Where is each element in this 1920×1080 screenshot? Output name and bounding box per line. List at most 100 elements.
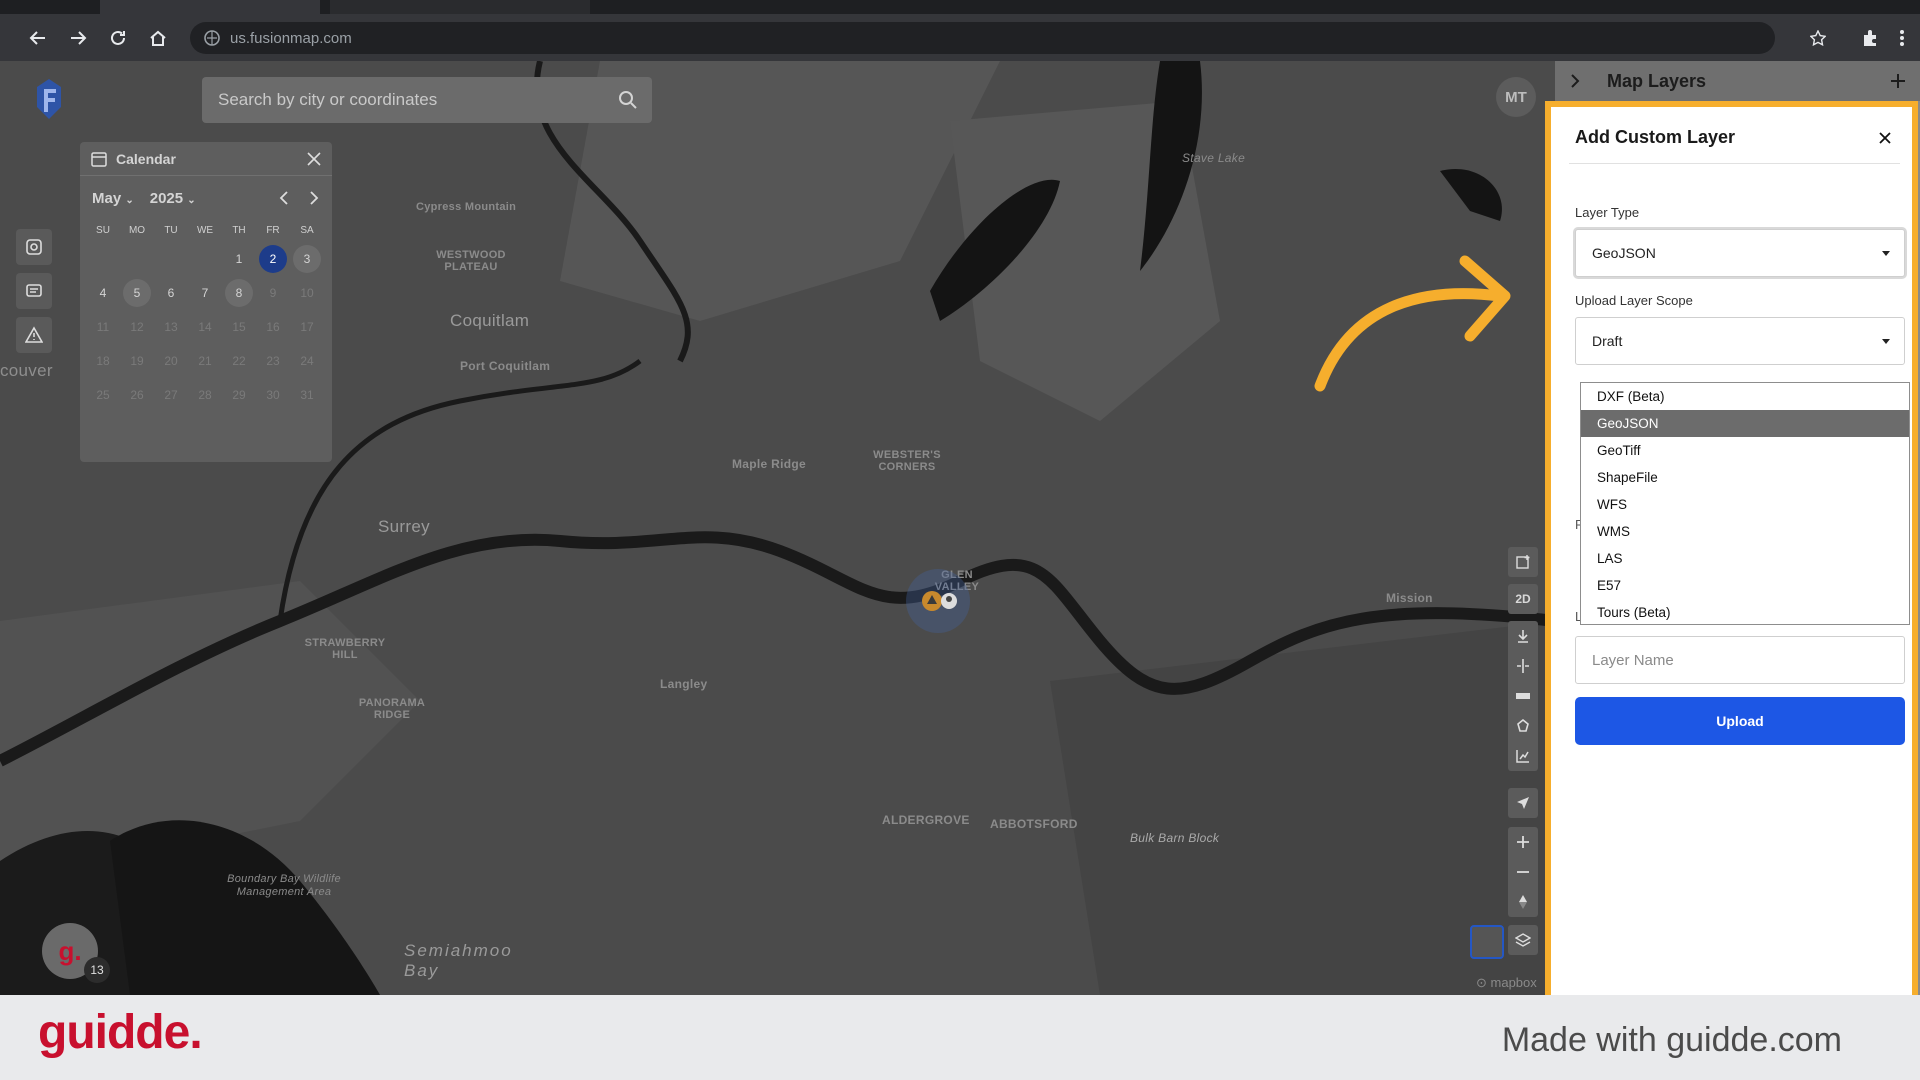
map-label: STRAWBERRY HILL [304, 637, 386, 661]
user-avatar[interactable]: MT [1496, 77, 1536, 117]
reload-button[interactable] [102, 22, 134, 54]
calendar-day[interactable]: 14 [188, 310, 222, 344]
dropdown-option-selected[interactable]: GeoJSON [1581, 410, 1909, 437]
dropdown-option[interactable]: ShapeFile [1581, 464, 1909, 491]
dropdown-option[interactable]: E57 [1581, 572, 1909, 599]
dialog-close-button[interactable] [1874, 127, 1896, 149]
dropdown-option[interactable]: DXF (Beta) [1581, 383, 1909, 410]
browser-tab[interactable] [330, 0, 590, 14]
calendar-day[interactable]: 31 [290, 378, 324, 412]
locate-control[interactable] [1508, 788, 1538, 818]
year-select[interactable]: 2025 ⌄ [150, 190, 196, 207]
calendar-day[interactable]: 10 [290, 276, 324, 310]
tools-control [1508, 621, 1538, 771]
weekday-header: SU [96, 225, 110, 236]
draw-button[interactable] [1508, 711, 1538, 741]
app-logo[interactable] [34, 77, 64, 121]
calendar-day[interactable]: 29 [222, 378, 256, 412]
basemap-thumbnail[interactable] [1470, 925, 1504, 959]
calendar-day[interactable]: 5 [120, 276, 154, 310]
extensions-button[interactable] [1854, 22, 1886, 54]
calendar-day[interactable]: 16 [256, 310, 290, 344]
map-marker-cluster[interactable] [906, 569, 970, 633]
back-button[interactable] [22, 22, 54, 54]
alerts-tool-button[interactable] [16, 317, 52, 353]
locate-button[interactable] [1508, 788, 1538, 818]
dropdown-option[interactable]: WMS [1581, 518, 1909, 545]
calendar-day[interactable]: 17 [290, 310, 324, 344]
satellite-map[interactable]: MT Cypress Mountain WESTWOOD PLATEAU Coq… [0, 61, 1555, 995]
chevron-down-icon: ⌄ [125, 194, 134, 206]
mapbox-attribution[interactable]: ⊙ mapbox [1476, 975, 1537, 991]
notification-count: 13 [84, 957, 110, 983]
forward-button[interactable] [62, 22, 94, 54]
calendar-day[interactable]: 26 [120, 378, 154, 412]
layers-button[interactable] [1508, 925, 1538, 955]
add-marker-button[interactable] [1508, 547, 1538, 577]
calendar-day[interactable]: 19 [120, 344, 154, 378]
browser-toolbar: us.fusionmap.com [0, 14, 1920, 61]
dropdown-option[interactable]: LAS [1581, 545, 1909, 572]
calendar-day[interactable]: 2 [256, 242, 290, 276]
calendar-day[interactable]: 4 [86, 276, 120, 310]
focus-tool-button[interactable] [16, 229, 52, 265]
calendar-day[interactable]: 20 [154, 344, 188, 378]
zoom-in-button[interactable] [1508, 827, 1538, 857]
calendar-day[interactable]: 28 [188, 378, 222, 412]
layers-control[interactable] [1508, 925, 1538, 955]
chevron-right-icon[interactable] [308, 191, 320, 205]
map-search[interactable] [202, 77, 652, 123]
map-search-input[interactable] [218, 90, 598, 110]
dropdown-option[interactable]: GeoTiff [1581, 437, 1909, 464]
close-icon[interactable] [306, 151, 322, 167]
zoom-out-button[interactable] [1508, 857, 1538, 887]
view-mode-control[interactable]: 2D [1508, 584, 1538, 614]
add-layer-control[interactable] [1508, 547, 1538, 577]
chevron-left-icon[interactable] [278, 191, 290, 205]
browser-menu-button[interactable] [1886, 22, 1918, 54]
calendar-day[interactable]: 13 [154, 310, 188, 344]
calendar-day[interactable]: 23 [256, 344, 290, 378]
search-icon [619, 91, 637, 109]
layer-type-select[interactable]: GeoJSON [1575, 229, 1905, 277]
dropdown-option[interactable]: WFS [1581, 491, 1909, 518]
chevron-right-icon[interactable] [1569, 73, 1581, 89]
calendar-day[interactable]: 11 [86, 310, 120, 344]
calendar-day[interactable]: 24 [290, 344, 324, 378]
map-label: Surrey [378, 517, 430, 536]
calendar-day[interactable]: 3 [290, 242, 324, 276]
calendar-day[interactable]: 15 [222, 310, 256, 344]
compass-button[interactable] [1508, 887, 1538, 917]
upload-button[interactable]: Upload [1575, 697, 1905, 745]
calendar-day[interactable]: 6 [154, 276, 188, 310]
calendar-day[interactable]: 22 [222, 344, 256, 378]
layer-name-input[interactable] [1575, 636, 1905, 684]
view-2d-button[interactable]: 2D [1508, 584, 1538, 614]
bookmark-button[interactable] [1802, 22, 1834, 54]
chart-button[interactable] [1508, 741, 1538, 771]
calendar-day[interactable]: 30 [256, 378, 290, 412]
calendar-day[interactable]: 27 [154, 378, 188, 412]
dropdown-option[interactable]: Tours (Beta) [1581, 599, 1909, 626]
calendar-day-number: 27 [164, 388, 178, 402]
calendar-day[interactable]: 9 [256, 276, 290, 310]
plus-icon[interactable] [1890, 73, 1906, 89]
calendar-day[interactable]: 21 [188, 344, 222, 378]
calendar-day[interactable]: 25 [86, 378, 120, 412]
compare-button[interactable] [1508, 651, 1538, 681]
home-button[interactable] [142, 22, 174, 54]
calendar-day[interactable]: 18 [86, 344, 120, 378]
address-bar[interactable]: us.fusionmap.com [190, 22, 1775, 54]
calendar-day[interactable]: 7 [188, 276, 222, 310]
upload-scope-select[interactable]: Draft [1575, 317, 1905, 365]
download-button[interactable] [1508, 621, 1538, 651]
month-select[interactable]: May ⌄ [92, 190, 134, 207]
calendar-day[interactable]: 12 [120, 310, 154, 344]
calendar-day[interactable]: 8 [222, 276, 256, 310]
calendar-day[interactable]: 1 [222, 242, 256, 276]
browser-tab[interactable] [100, 0, 320, 14]
notes-tool-button[interactable] [16, 273, 52, 309]
calendar-day-number: 13 [164, 320, 178, 334]
calendar-day-number: 16 [266, 320, 280, 334]
measure-button[interactable] [1508, 681, 1538, 711]
